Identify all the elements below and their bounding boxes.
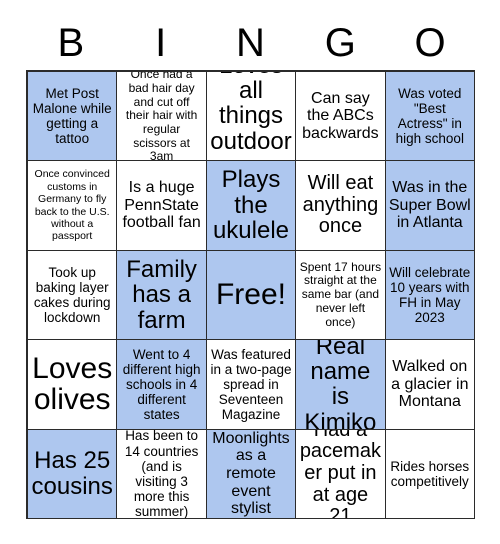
bingo-cell[interactable]: Once convinced customs in Germany to fly… xyxy=(28,161,118,251)
bingo-cell-label: Family has a farm xyxy=(126,255,197,334)
bingo-cell[interactable]: Walked on a glacier in Montana xyxy=(385,340,475,430)
bingo-cell-label: Loves olives xyxy=(32,351,113,417)
bingo-cell-label: Can say the ABCs backwards xyxy=(302,89,379,142)
bingo-cell-label: Has 25 cousins xyxy=(31,447,113,500)
bingo-cell-label: Met Post Malone while getting a tattoo xyxy=(32,85,112,147)
bingo-cell[interactable]: Loves olives xyxy=(28,340,118,430)
bingo-header-letter-b: B xyxy=(57,21,85,65)
bingo-cell-label: Walked on a glacier in Montana xyxy=(391,358,469,411)
bingo-cell-label: Once had a bad hair day and cut off thei… xyxy=(125,72,198,162)
bingo-cell[interactable]: Can say the ABCs backwards xyxy=(296,72,386,162)
bingo-cell[interactable]: Went to 4 different high schools in 4 di… xyxy=(117,340,207,430)
bingo-cell-label: Loves all things outdoors xyxy=(210,72,292,160)
bingo-cell-label: Once convinced customs in Germany to fly… xyxy=(34,168,110,243)
bingo-cell[interactable]: Is a huge PennState football fan xyxy=(117,161,207,251)
bingo-cell[interactable]: Took up baking layer cakes during lockdo… xyxy=(28,250,118,341)
bingo-cell-label: Had a pacemaker put in at age 21 xyxy=(299,429,381,519)
bingo-header-row: BINGO xyxy=(26,18,475,68)
bingo-free-space[interactable]: Free! xyxy=(206,250,297,341)
bingo-cell-label: Free! xyxy=(215,278,286,312)
bingo-cell-label: Plays the ukulele xyxy=(212,166,290,245)
bingo-cell[interactable]: Was in the Super Bowl in Atlanta xyxy=(385,161,475,251)
bingo-cell-label: Real name is Kimiko xyxy=(304,340,377,430)
bingo-cell-label: Was voted "Best Actress" in high school xyxy=(395,85,464,147)
bingo-header-letter-o: O xyxy=(414,21,446,65)
bingo-cell[interactable]: Plays the ukulele xyxy=(206,161,297,251)
bingo-cell-label: Is a huge PennState football fan xyxy=(122,179,201,232)
bingo-cell[interactable]: Had a pacemaker put in at age 21 xyxy=(296,429,386,519)
bingo-cell[interactable]: Will eat anything once xyxy=(296,161,386,251)
bingo-header-letter-i: I xyxy=(155,21,167,65)
bingo-cell-label: Took up baking layer cakes during lockdo… xyxy=(33,264,111,326)
bingo-cell-label: Will eat anything once xyxy=(302,172,379,238)
bingo-cell-label: Has been to 14 countries (and is visitin… xyxy=(124,429,199,519)
bingo-cell-label: Went to 4 different high schools in 4 di… xyxy=(122,346,201,423)
bingo-cell-label: Will celebrate 10 years with FH in May 2… xyxy=(389,264,471,326)
bingo-cell[interactable]: Once had a bad hair day and cut off thei… xyxy=(117,72,207,162)
bingo-cell[interactable]: Was featured in a two-page spread in Sev… xyxy=(206,340,297,430)
bingo-grid: Met Post Malone while getting a tattoo On… xyxy=(26,70,475,519)
bingo-cell[interactable]: Has 25 cousins xyxy=(28,429,118,519)
bingo-cell[interactable]: Has been to 14 countries (and is visitin… xyxy=(117,429,207,519)
bingo-cell[interactable]: Rides horses competitively xyxy=(385,429,475,519)
bingo-cell-label: Rides horses competitively xyxy=(390,458,470,489)
bingo-header-letter-g: G xyxy=(324,21,356,65)
bingo-cell-label: Was featured in a two-page spread in Sev… xyxy=(210,346,292,423)
bingo-cell-label: Was in the Super Bowl in Atlanta xyxy=(388,179,471,232)
bingo-cell[interactable]: Real name is Kimiko xyxy=(296,340,386,430)
bingo-cell[interactable]: Family has a farm xyxy=(117,250,207,341)
bingo-cell[interactable]: Met Post Malone while getting a tattoo xyxy=(28,72,118,162)
bingo-card: B I N G O Met Post Malone while getting a ta… xyxy=(0,0,500,544)
bingo-cell-label: Moonlights as a remote event stylist xyxy=(212,429,290,518)
bingo-cell-label: Spent 17 hours straight at the same bar … xyxy=(299,259,382,329)
bingo-cell[interactable]: Loves all things outdoors xyxy=(206,72,297,162)
bingo-cell[interactable]: Was voted "Best Actress" in high school xyxy=(385,72,475,162)
bingo-cell[interactable]: Will celebrate 10 years with FH in May 2… xyxy=(385,250,475,341)
bingo-cell[interactable]: Spent 17 hours straight at the same bar … xyxy=(296,250,386,341)
bingo-header-letter-n: N xyxy=(236,21,265,65)
bingo-cell[interactable]: Moonlights as a remote event stylist xyxy=(206,429,297,519)
